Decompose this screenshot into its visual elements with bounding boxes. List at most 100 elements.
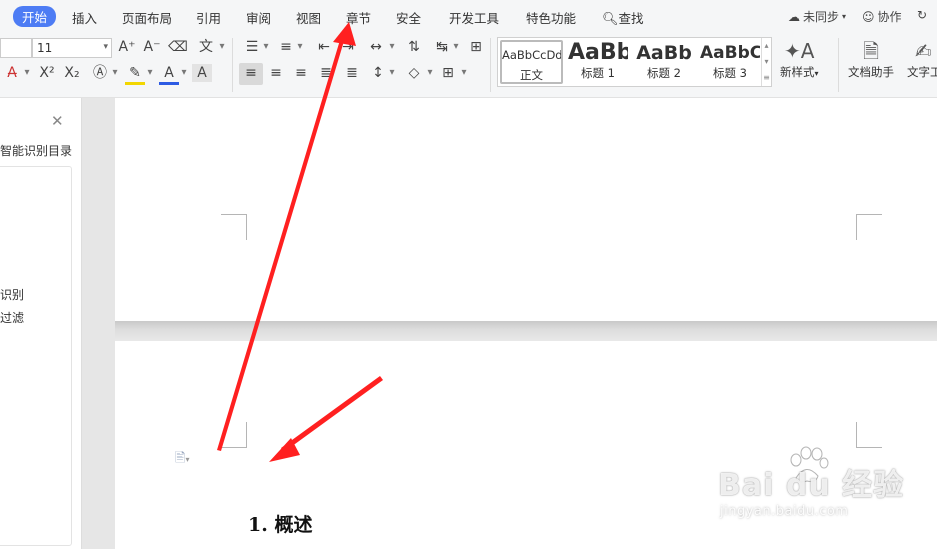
- text-tools-button[interactable]: ✍ 文字工: [907, 38, 937, 80]
- superscript-icon[interactable]: X²: [37, 64, 57, 82]
- baidu-watermark: Bai du 经验 jingyan.baidu.com: [718, 446, 918, 526]
- chevron-down-icon[interactable]: ▾: [296, 38, 304, 56]
- style-heading-3[interactable]: AaBbC 标题 3: [700, 40, 760, 84]
- style-name: 正文: [520, 68, 543, 82]
- chevron-down-icon[interactable]: ▾: [426, 64, 434, 82]
- chevron-down-icon[interactable]: ▾: [762, 54, 771, 70]
- style-heading-1[interactable]: AaBb 标题 1: [568, 40, 628, 84]
- style-normal[interactable]: AaBbCcDd 正文: [500, 40, 563, 84]
- font-name-combo[interactable]: [0, 38, 32, 58]
- share-button[interactable]: ↻: [917, 8, 927, 22]
- margin-corner-mark: [856, 214, 882, 240]
- show-hide-marks-icon[interactable]: ↹: [432, 38, 452, 56]
- line-spacing-icon[interactable]: ↕: [368, 64, 388, 82]
- doc-helper-button[interactable]: 🗎︎ 文档助手: [848, 38, 894, 80]
- chevron-down-icon[interactable]: ▾: [452, 38, 460, 56]
- text-tools-icon: ✍: [915, 39, 932, 63]
- style-heading-2[interactable]: AaBb 标题 2: [634, 40, 694, 84]
- close-icon[interactable]: ✕: [51, 112, 64, 130]
- align-right-icon[interactable]: ≡: [291, 64, 311, 82]
- margin-corner-mark: [856, 422, 882, 448]
- highlight-icon[interactable]: ✎: [125, 64, 145, 85]
- more-styles-icon[interactable]: ≡: [762, 70, 771, 86]
- sync-status-button[interactable]: ☁ 未同步 ▾: [788, 8, 846, 25]
- document-heading[interactable]: 1. 概述: [248, 510, 312, 537]
- font-color-icon[interactable]: A: [159, 64, 179, 85]
- chevron-down-icon[interactable]: ▾: [218, 38, 226, 56]
- margin-corner-mark: [221, 214, 247, 240]
- char-shading-icon[interactable]: A: [192, 64, 212, 82]
- style-name: 标题 2: [647, 66, 681, 80]
- cloud-sync-icon: ☁: [788, 9, 800, 24]
- justify-icon[interactable]: ≣: [316, 64, 336, 82]
- align-left-icon[interactable]: ≡: [241, 64, 261, 82]
- tab-review[interactable]: 审阅: [246, 8, 271, 27]
- chevron-down-icon[interactable]: ▾: [388, 38, 396, 56]
- tab-chapter[interactable]: 章节: [346, 8, 371, 27]
- filter-option[interactable]: 过滤: [0, 309, 24, 326]
- phonetic-guide-icon[interactable]: 文: [196, 38, 216, 56]
- new-style-icon: ✦A: [784, 39, 815, 63]
- borders-icon[interactable]: ⊞: [438, 64, 458, 82]
- style-sample: AaBbC: [700, 43, 760, 63]
- chevron-down-icon[interactable]: ▾: [111, 64, 119, 82]
- collaborate-button[interactable]: ☺ 协作: [862, 8, 902, 25]
- gallery-scrollbar[interactable]: ▴ ▾ ≡: [761, 38, 771, 86]
- chevron-down-icon[interactable]: ▾: [146, 64, 154, 82]
- strikethrough-icon[interactable]: A̶: [2, 64, 22, 82]
- panel-title: 智能识别目录: [0, 144, 73, 158]
- chevron-up-icon[interactable]: ▴: [762, 38, 771, 54]
- numbered-list-icon[interactable]: ≡: [276, 38, 296, 56]
- distributed-align-icon[interactable]: ≣: [342, 64, 362, 82]
- font-size-value: 11: [37, 41, 53, 55]
- chevron-down-icon[interactable]: ▾: [23, 64, 31, 82]
- paragraph-layout-icon[interactable]: 🖹︎▾: [175, 449, 189, 471]
- tab-home[interactable]: 开始: [13, 6, 57, 27]
- style-name: 标题 3: [713, 66, 747, 80]
- new-style-button[interactable]: ✦A 新样式▾: [780, 38, 819, 80]
- sort-icon[interactable]: ⇅: [404, 38, 424, 56]
- tab-insert[interactable]: 插入: [72, 8, 97, 27]
- tab-references[interactable]: 引用: [196, 8, 221, 27]
- page-break-gap: [115, 321, 937, 341]
- chevron-down-icon[interactable]: ▾: [460, 64, 468, 82]
- text-effect-icon[interactable]: Ⓐ: [90, 64, 110, 82]
- decrease-indent-icon[interactable]: ⇤: [314, 38, 334, 56]
- tab-security[interactable]: 安全: [396, 8, 421, 27]
- text-direction-icon[interactable]: ↔: [366, 38, 386, 56]
- user-plus-icon: ☺: [862, 9, 875, 24]
- style-sample: AaBbCcDd: [502, 48, 563, 62]
- tab-page-layout[interactable]: 页面布局: [122, 8, 172, 27]
- paragraph-shading-icon[interactable]: ◇: [404, 64, 424, 82]
- toolbar-divider: [232, 38, 233, 92]
- chevron-down-icon[interactable]: ▾: [388, 64, 396, 82]
- align-center-icon[interactable]: ≡: [266, 64, 286, 82]
- chevron-down-icon: ▾: [842, 12, 847, 21]
- chevron-down-icon[interactable]: ▾: [262, 38, 270, 56]
- menu-bar: 开始 插入 页面布局 引用 审阅 视图 章节 安全 开发工具 特色功能 🔍︎查找…: [0, 0, 937, 32]
- toolbar-divider: [838, 38, 839, 92]
- doc-helper-label: 文档助手: [848, 65, 894, 79]
- font-size-combo[interactable]: 11 ▾: [32, 38, 112, 58]
- share-icon: ↻: [917, 8, 928, 22]
- toolbar-divider: [490, 38, 491, 92]
- increase-indent-icon[interactable]: ⇥: [338, 38, 358, 56]
- document-page[interactable]: [115, 98, 937, 321]
- watermark-logo-text: Bai du 经验: [718, 468, 905, 503]
- style-name: 标题 1: [581, 66, 615, 80]
- grow-font-icon[interactable]: A⁺: [117, 38, 137, 56]
- bullet-list-icon[interactable]: ☰: [242, 38, 262, 56]
- shrink-font-icon[interactable]: A⁻: [142, 38, 162, 56]
- clear-format-icon[interactable]: ⌫: [168, 38, 188, 56]
- tab-developer[interactable]: 开发工具: [449, 8, 499, 27]
- style-gallery: AaBbCcDd 正文 AaBb 标题 1 AaBb 标题 2 AaBbC 标题…: [497, 37, 772, 87]
- identify-option[interactable]: 识别: [0, 286, 24, 303]
- tab-special-features[interactable]: 特色功能: [526, 8, 576, 27]
- toc-side-panel: ✕ 智能识别目录 识别 过滤: [0, 98, 82, 549]
- chevron-down-icon[interactable]: ▾: [180, 64, 188, 82]
- subscript-icon[interactable]: X₂: [62, 64, 82, 82]
- table-icon[interactable]: ⊞: [466, 38, 486, 56]
- text-tools-label: 文字工: [907, 65, 937, 79]
- search-button[interactable]: 🔍︎查找: [602, 8, 644, 27]
- tab-view[interactable]: 视图: [296, 8, 321, 27]
